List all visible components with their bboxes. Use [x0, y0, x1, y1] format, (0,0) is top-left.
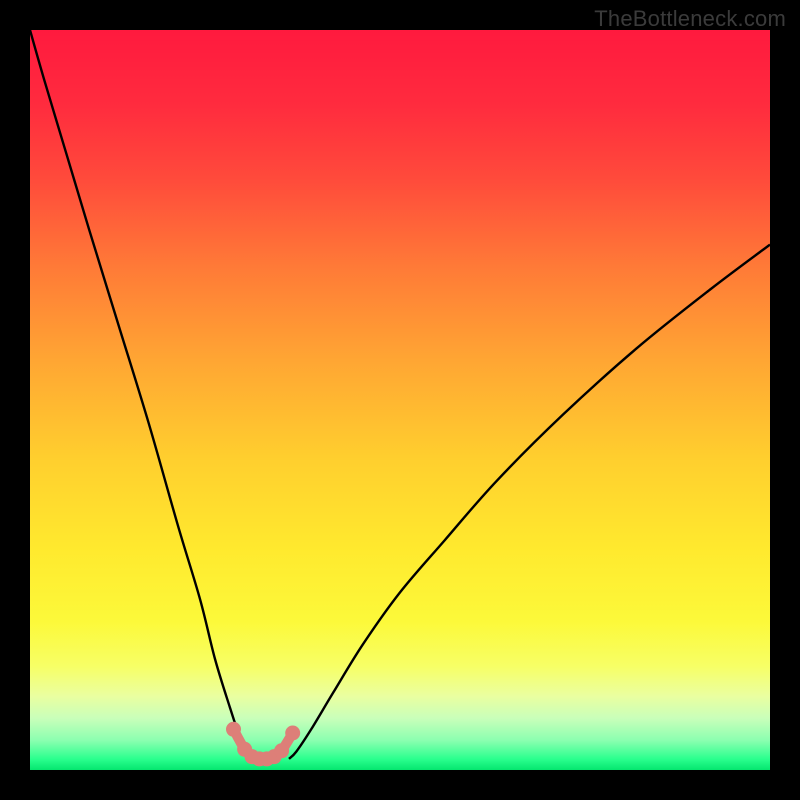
watermark-text: TheBottleneck.com — [594, 6, 786, 32]
plot-area — [30, 30, 770, 770]
optimal-range-dot — [226, 722, 241, 737]
curves-layer — [30, 30, 770, 770]
bottleneck-curve-right — [289, 245, 770, 759]
optimal-range-dot — [285, 726, 300, 741]
optimal-range-dot — [274, 743, 289, 758]
bottleneck-curve-left — [30, 30, 256, 759]
outer-frame: TheBottleneck.com — [0, 0, 800, 800]
